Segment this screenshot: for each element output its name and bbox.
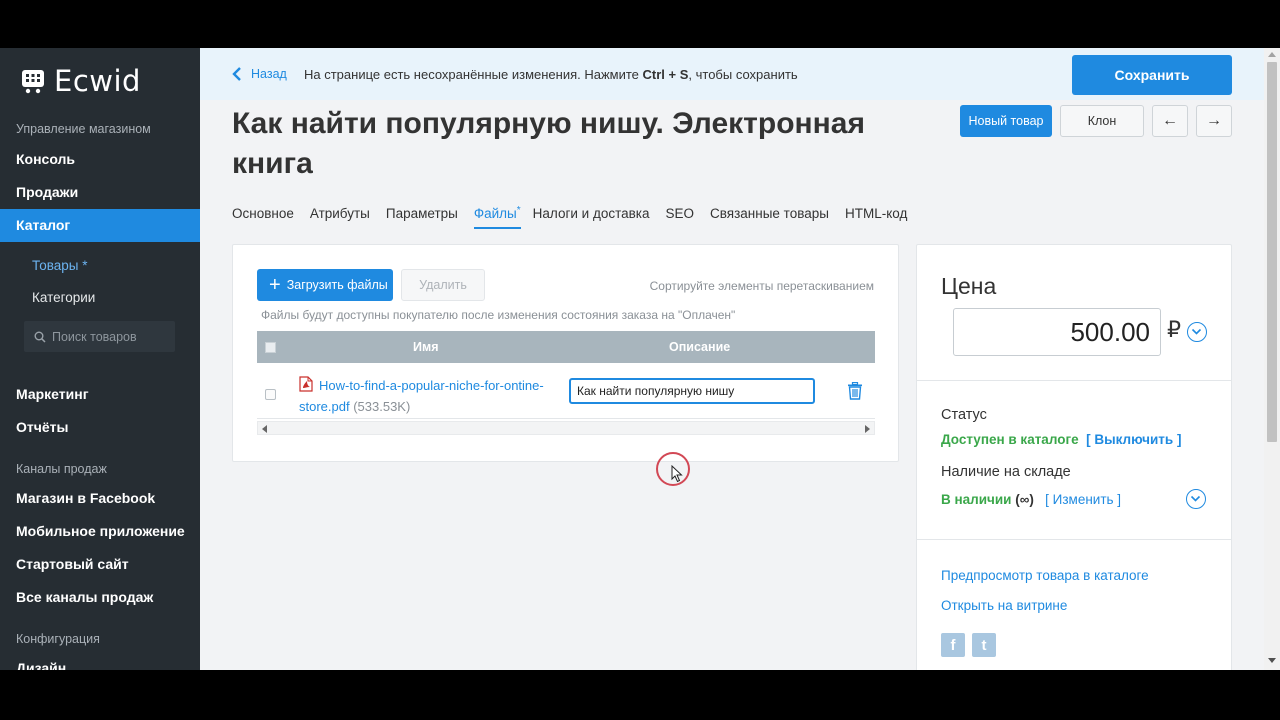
scroll-down-arrow[interactable] bbox=[1268, 658, 1276, 663]
unsaved-notice: На странице есть несохранённые изменения… bbox=[304, 67, 798, 82]
file-link[interactable]: How-to-find-a-popular-niche-for-ontine-s… bbox=[299, 375, 559, 417]
pricing-panel: Цена ₽ Статус Доступен в каталоге [ Выкл… bbox=[916, 244, 1232, 670]
stock-value: В наличии bbox=[941, 492, 1012, 507]
scroll-up-arrow[interactable] bbox=[1268, 52, 1276, 57]
file-size: (533.53K) bbox=[353, 399, 411, 414]
disable-product-link[interactable]: [ Выключить ] bbox=[1086, 432, 1181, 447]
column-name: Имя bbox=[413, 340, 439, 354]
files-horizontal-scrollbar[interactable] bbox=[257, 421, 875, 435]
row-checkbox[interactable] bbox=[265, 389, 276, 400]
upload-files-label: Загрузить файлы bbox=[286, 278, 388, 292]
sidebar-item-facebook-shop[interactable]: Магазин в Facebook bbox=[0, 482, 200, 515]
product-search-input[interactable] bbox=[52, 329, 172, 344]
facebook-share-icon[interactable]: f bbox=[941, 633, 965, 657]
section-configuration: Конфигурация bbox=[16, 632, 100, 646]
open-storefront-link[interactable]: Открыть на витрине bbox=[941, 598, 1067, 613]
sidebar-item-console[interactable]: Консоль bbox=[0, 143, 200, 176]
sidebar-item-catalog[interactable]: Каталог bbox=[0, 209, 200, 242]
chevron-left-icon bbox=[232, 67, 241, 81]
price-heading: Цена bbox=[941, 273, 997, 299]
notice-text-start: На странице есть несохранённые изменения… bbox=[304, 67, 643, 82]
sidebar-item-reports[interactable]: Отчёты bbox=[0, 411, 200, 444]
cart-icon bbox=[20, 68, 46, 94]
currency-symbol: ₽ bbox=[1167, 317, 1181, 342]
price-options-chevron-icon[interactable] bbox=[1187, 322, 1207, 342]
divider bbox=[917, 380, 1231, 381]
price-input[interactable] bbox=[953, 308, 1161, 356]
sidebar-subitem-categories[interactable]: Категории bbox=[32, 290, 95, 305]
preview-in-catalog-link[interactable]: Предпросмотр товара в каталоге bbox=[941, 568, 1149, 583]
upload-files-button[interactable]: + Загрузить файлы bbox=[257, 269, 393, 301]
sidebar-item-mobile-app[interactable]: Мобильное приложение bbox=[0, 515, 200, 548]
scroll-right-arrow[interactable] bbox=[865, 425, 870, 433]
availability-hint: Файлы будут доступны покупателю после из… bbox=[261, 308, 736, 322]
search-icon bbox=[34, 331, 46, 343]
sidebar-item-sales[interactable]: Продажи bbox=[0, 176, 200, 209]
divider bbox=[917, 539, 1231, 540]
status-value: Доступен в каталоге bbox=[941, 432, 1079, 447]
sort-hint: Сортируйте элементы перетаскиванием bbox=[649, 279, 874, 293]
tab-attributes[interactable]: Атрибуты bbox=[310, 206, 370, 229]
ecwid-logo[interactable]: Ecwid bbox=[20, 64, 141, 98]
sidebar-item-all-channels[interactable]: Все каналы продаж bbox=[0, 581, 200, 614]
stock-quantity: (∞) bbox=[1015, 492, 1034, 507]
status-line: Доступен в каталоге [ Выключить ] bbox=[941, 432, 1181, 447]
sidebar-item-marketing[interactable]: Маркетинг bbox=[0, 378, 200, 411]
sidebar-item-design[interactable]: Дизайн bbox=[0, 652, 200, 670]
mouse-cursor-icon bbox=[671, 464, 683, 488]
tab-files-label: Файлы bbox=[473, 206, 517, 221]
stock-label: Наличие на складе bbox=[941, 464, 1071, 480]
tab-options[interactable]: Параметры bbox=[386, 206, 458, 229]
page-scrollbar[interactable] bbox=[1264, 48, 1280, 670]
product-tabs: Основное Атрибуты Параметры Файлы* Налог… bbox=[232, 205, 923, 229]
save-button[interactable]: Сохранить bbox=[1072, 55, 1232, 95]
table-row: How-to-find-a-popular-niche-for-ontine-s… bbox=[257, 363, 875, 419]
file-name: How-to-find-a-popular-niche-for-ontine-s… bbox=[299, 378, 544, 414]
twitter-share-icon[interactable]: t bbox=[972, 633, 996, 657]
clone-button[interactable]: Клон bbox=[1060, 105, 1144, 137]
select-all-checkbox[interactable] bbox=[265, 342, 276, 353]
tab-seo[interactable]: SEO bbox=[666, 206, 695, 229]
stock-options-chevron-icon[interactable] bbox=[1186, 489, 1206, 509]
scroll-left-arrow[interactable] bbox=[262, 425, 267, 433]
sidebar: Ecwid Управление магазином Консоль Прода… bbox=[0, 48, 200, 670]
tab-html-code[interactable]: HTML-код bbox=[845, 206, 907, 229]
tab-files[interactable]: Файлы* bbox=[473, 205, 521, 229]
scroll-thumb[interactable] bbox=[1267, 62, 1277, 442]
notice-text-end: , чтобы сохранить bbox=[688, 67, 798, 82]
new-product-button[interactable]: Новый товар bbox=[960, 105, 1052, 137]
logo-text: Ecwid bbox=[54, 64, 141, 98]
product-search[interactable] bbox=[24, 321, 175, 352]
tab-general[interactable]: Основное bbox=[232, 206, 294, 229]
product-title: Как найти популярную нишу. Электронная к… bbox=[232, 107, 865, 180]
column-description: Описание bbox=[669, 340, 731, 354]
plus-icon: + bbox=[269, 274, 281, 296]
prev-product-button[interactable]: ← bbox=[1152, 105, 1188, 137]
sidebar-subitem-products[interactable]: Товары * bbox=[32, 258, 87, 273]
tab-related-products[interactable]: Связанные товары bbox=[710, 206, 829, 229]
status-label: Статус bbox=[941, 407, 987, 423]
section-sales-channels: Каналы продаж bbox=[16, 462, 107, 476]
trash-icon[interactable] bbox=[847, 381, 863, 405]
file-description-input[interactable] bbox=[569, 378, 815, 404]
sidebar-item-starter-site[interactable]: Стартовый сайт bbox=[0, 548, 200, 581]
tab-files-unsaved-mark: * bbox=[516, 205, 521, 216]
delete-files-button[interactable]: Удалить bbox=[401, 269, 485, 301]
unsaved-changes-bar: Назад На странице есть несохранённые изм… bbox=[200, 48, 1264, 100]
stock-line: В наличии (∞) [ Изменить ] bbox=[941, 492, 1121, 507]
notice-shortcut: Ctrl + S bbox=[642, 67, 689, 82]
next-product-button[interactable]: → bbox=[1196, 105, 1232, 137]
change-stock-link[interactable]: [ Изменить ] bbox=[1045, 492, 1121, 507]
files-table-header: Имя Описание bbox=[257, 331, 875, 363]
back-link[interactable]: Назад bbox=[232, 66, 287, 82]
section-manage-store: Управление магазином bbox=[16, 122, 151, 136]
files-panel: + Загрузить файлы Удалить Сортируйте эле… bbox=[232, 244, 899, 462]
app-window: Ecwid Управление магазином Консоль Прода… bbox=[0, 48, 1280, 670]
tab-tax-shipping[interactable]: Налоги и доставка bbox=[533, 206, 650, 229]
back-label: Назад bbox=[251, 67, 287, 81]
